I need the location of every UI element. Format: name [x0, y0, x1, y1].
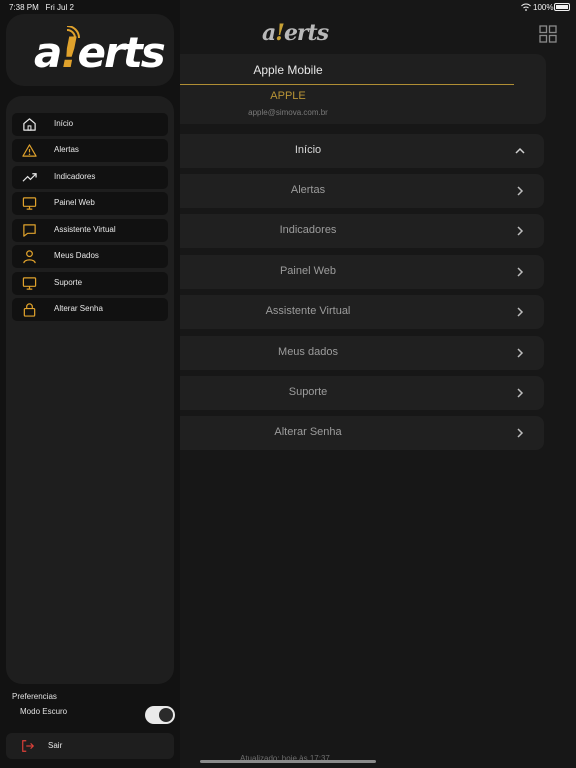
status-time: 7:38 PM Fri Jul 2 [9, 3, 74, 12]
drawer-item-label: Indicadores [54, 172, 96, 181]
wifi-icon [521, 3, 531, 11]
menu-row-assistente-virtual[interactable]: Assistente Virtual [160, 295, 544, 329]
signal-waves-icon [66, 26, 80, 39]
menu-row-inicio[interactable]: Início [160, 134, 544, 168]
home-icon [23, 118, 36, 131]
dark-mode-toggle[interactable] [145, 706, 175, 724]
drawer-item-alertas[interactable]: Alertas [12, 139, 168, 162]
battery-percent: 100% [533, 3, 554, 12]
drawer-item-label: Suporte [54, 278, 83, 287]
drawer-item-label: Alterar Senha [54, 304, 103, 313]
battery-icon [554, 3, 570, 11]
logout-icon [22, 740, 35, 752]
menu-row-meus-dados[interactable]: Meus dados [160, 336, 544, 370]
chevron-right-icon [517, 307, 524, 317]
drawer-item-assistente-virtual[interactable]: Assistente Virtual [12, 219, 168, 242]
drawer-item-label: Meus Dados [54, 251, 99, 260]
drawer-item-label: Assistente Virtual [54, 225, 116, 234]
chevron-right-icon [517, 348, 524, 358]
menu-row-label: Painel Web [279, 265, 337, 277]
side-drawer: a!erts Início Alertas Indicadores Painel… [0, 0, 180, 768]
drawer-item-indicadores[interactable]: Indicadores [12, 166, 168, 189]
monitor-icon [22, 197, 37, 210]
menu-row-alterar-senha[interactable]: Alterar Senha [160, 416, 544, 450]
drawer-logo: a!erts [34, 28, 166, 77]
menu-row-label: Suporte [288, 386, 328, 398]
menu-row-label: Alterar Senha [274, 426, 342, 438]
menu-row-suporte[interactable]: Suporte [160, 376, 544, 410]
menu-row-label: Meus dados [278, 346, 338, 358]
drawer-item-suporte[interactable]: Suporte [12, 272, 168, 295]
chevron-right-icon [517, 267, 524, 277]
chevron-right-icon [517, 388, 524, 398]
profile-divider [160, 84, 514, 85]
logout-label: Sair [48, 741, 63, 750]
user-icon [23, 250, 36, 264]
chevron-right-icon [517, 428, 524, 438]
profile-company: APPLE [270, 90, 306, 102]
drawer-item-inicio[interactable]: Início [12, 113, 168, 136]
lock-icon [23, 303, 36, 317]
chevron-right-icon [517, 186, 524, 196]
drawer-item-painel-web[interactable]: Painel Web [12, 192, 168, 215]
menu-row-label: Indicadores [279, 224, 337, 236]
home-indicator[interactable] [200, 760, 376, 763]
menu-row-label: Assistente Virtual [265, 305, 351, 317]
toggle-knob [159, 708, 173, 722]
menu-row-indicadores[interactable]: Indicadores [160, 214, 544, 248]
drawer-item-alterar-senha[interactable]: Alterar Senha [12, 298, 168, 321]
chevron-right-icon [517, 226, 524, 236]
dark-mode-label: Modo Escuro [20, 707, 68, 716]
menu-row-label: Alertas [290, 184, 326, 196]
menu-row-alertas[interactable]: Alertas [160, 174, 544, 208]
drawer-item-label: Início [54, 119, 74, 128]
header-logo: a!erts [262, 20, 329, 46]
profile-email: apple@simova.com.br [248, 108, 328, 117]
grid-icon[interactable] [539, 25, 557, 43]
drawer-item-label: Painel Web [54, 198, 95, 207]
logout-button[interactable]: Sair [6, 733, 174, 759]
monitor-icon [22, 277, 37, 290]
drawer-item-meus-dados[interactable]: Meus Dados [12, 245, 168, 268]
trending-up-icon [22, 173, 37, 182]
menu-row-painel-web[interactable]: Painel Web [160, 255, 544, 289]
preferences-title: Preferencias [12, 692, 57, 701]
chat-icon [23, 224, 36, 237]
menu-row-label: Início [294, 144, 322, 156]
profile-name: Apple Mobile [253, 63, 323, 77]
drawer-item-label: Alertas [54, 145, 79, 154]
warning-icon [22, 144, 37, 157]
chevron-up-icon [515, 147, 525, 154]
